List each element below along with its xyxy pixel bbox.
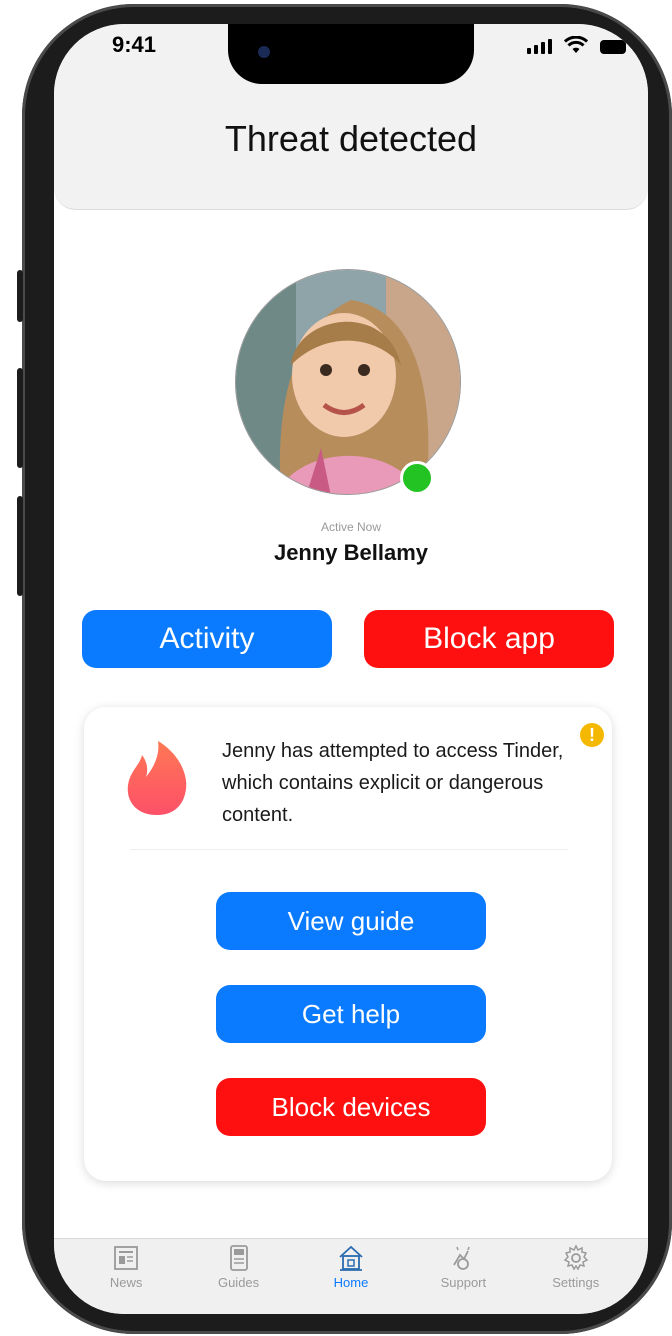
active-status-label: Active Now — [320, 520, 382, 534]
online-status-dot — [400, 461, 434, 495]
divider — [130, 849, 568, 850]
side-button — [17, 368, 23, 468]
phone-screen: Threat detected 9:41 Active Now Jenny Be… — [54, 24, 648, 1314]
tab-label: Guides — [217, 1275, 260, 1290]
tab-label: News — [109, 1275, 143, 1290]
side-button — [17, 270, 23, 322]
status-time: 9:41 — [112, 32, 157, 57]
gear-icon — [563, 1244, 589, 1271]
notch — [228, 24, 474, 84]
avatar — [235, 269, 461, 495]
page-title: Threat detected — [224, 118, 478, 159]
bottom-tab-bar: News Guides Home Support Settings — [54, 1238, 648, 1314]
tab-settings[interactable]: Settings — [531, 1239, 621, 1314]
side-button — [17, 496, 23, 596]
tab-label: Support — [440, 1275, 487, 1290]
wifi-icon — [564, 36, 588, 53]
threat-alert-card: ! Jenny has attempted to access Tinder, … — [84, 707, 612, 1181]
tinder-flame-icon — [127, 741, 187, 815]
tab-news[interactable]: News — [81, 1239, 171, 1314]
tab-support[interactable]: Support — [418, 1239, 508, 1314]
view-guide-button[interactable]: View guide — [216, 892, 486, 950]
tab-label: Settings — [552, 1275, 600, 1290]
support-icon — [453, 1246, 471, 1270]
tab-guides[interactable]: Guides — [194, 1239, 284, 1314]
battery-icon — [600, 40, 626, 54]
camera-icon — [258, 46, 270, 58]
block-app-button[interactable]: Block app — [364, 610, 614, 668]
get-help-button[interactable]: Get help — [216, 985, 486, 1043]
child-name: Jenny Bellamy — [273, 540, 429, 565]
status-icons — [527, 36, 626, 54]
guides-icon — [229, 1245, 248, 1271]
news-icon — [114, 1246, 139, 1270]
signal-icon — [527, 39, 552, 54]
block-devices-button[interactable]: Block devices — [216, 1078, 486, 1136]
activity-button[interactable]: Activity — [82, 610, 332, 668]
warning-icon: ! — [580, 723, 604, 747]
tab-home[interactable]: Home — [306, 1239, 396, 1314]
home-icon — [339, 1245, 363, 1271]
tab-label: Home — [333, 1275, 369, 1290]
threat-message: Jenny has attempted to access Tinder, wh… — [222, 740, 564, 826]
